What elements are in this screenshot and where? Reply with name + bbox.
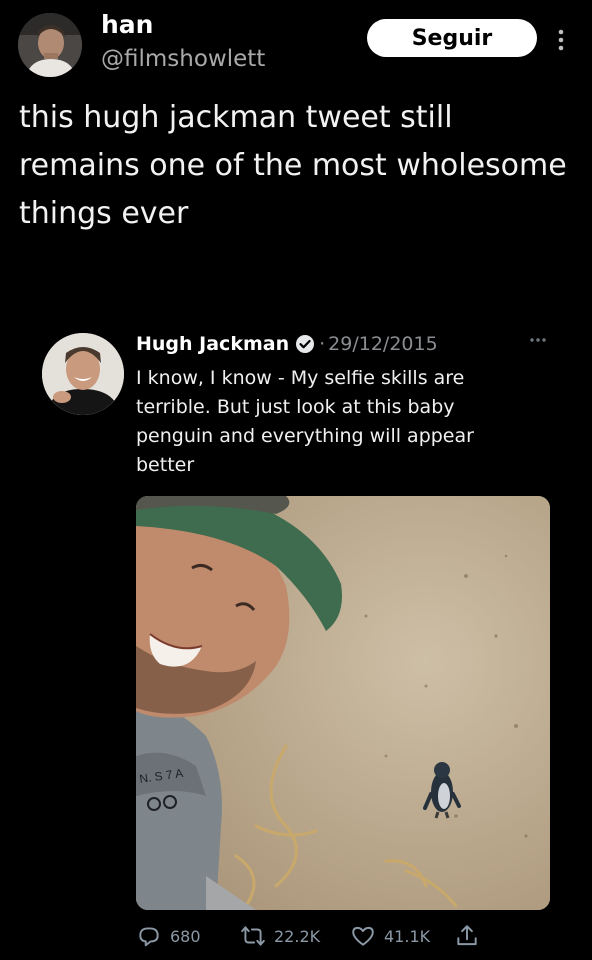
selfie-photo-image: N. S 7 A — [136, 496, 550, 910]
quoted-text: I know, I know - My selfie skills are te… — [136, 367, 474, 476]
action-bar: 680 22.2K 41.1K — [136, 921, 556, 951]
like-count: 41.1K — [384, 926, 431, 946]
share-icon — [457, 925, 477, 946]
quoted-avatar[interactable] — [42, 333, 124, 415]
author-handle[interactable]: @filmshowlett — [101, 46, 265, 72]
author-avatar[interactable] — [18, 13, 82, 77]
post-text: this hugh jackman tweet still remains on… — [19, 100, 567, 231]
author-avatar-image — [18, 13, 82, 77]
like-icon — [352, 926, 374, 946]
retweet-button[interactable]: 22.2K — [240, 921, 320, 951]
reply-count: 680 — [170, 926, 201, 946]
share-button[interactable] — [454, 921, 488, 951]
follow-button[interactable]: Seguir — [367, 19, 537, 57]
retweet-count: 22.2K — [274, 926, 321, 946]
author-name[interactable]: han — [101, 10, 153, 39]
like-button[interactable]: 41.1K — [350, 921, 430, 951]
selfie-photo[interactable]: N. S 7 A — [136, 496, 550, 910]
header-separator: · — [319, 333, 326, 355]
quoted-avatar-image — [42, 333, 124, 415]
quoted-header: Hugh Jackman · 29/12/2015 — [136, 330, 438, 358]
reply-icon — [139, 927, 159, 947]
quoted-date[interactable]: 29/12/2015 — [328, 333, 438, 355]
retweet-icon — [241, 926, 265, 946]
reply-button[interactable]: 680 — [136, 921, 201, 951]
verified-badge-icon — [296, 335, 315, 353]
more-horizontal-icon[interactable] — [526, 332, 550, 346]
quoted-name[interactable]: Hugh Jackman — [136, 333, 289, 355]
more-vertical-icon[interactable] — [552, 24, 570, 56]
